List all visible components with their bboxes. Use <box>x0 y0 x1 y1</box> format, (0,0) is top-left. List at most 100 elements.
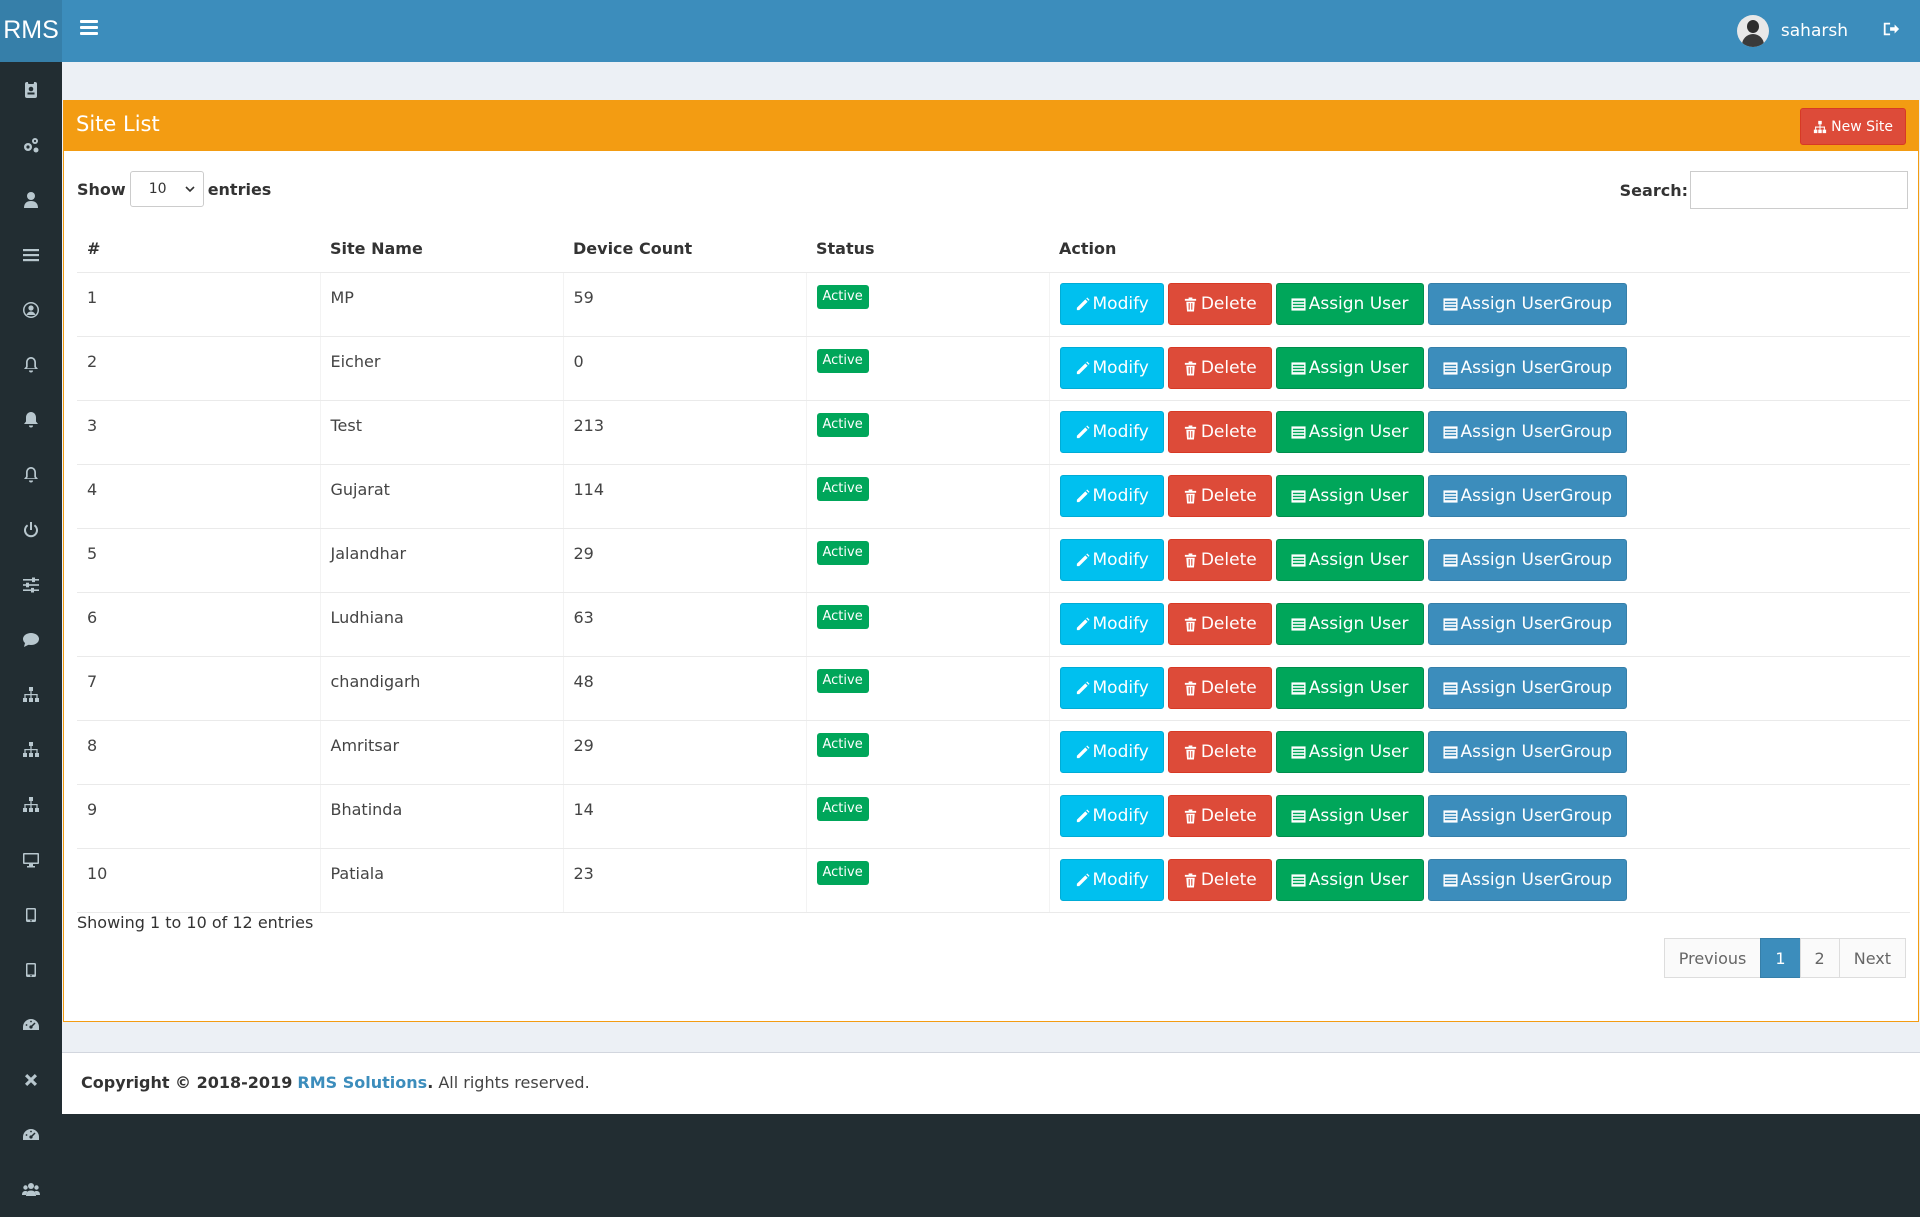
sidebar-item-10[interactable] <box>0 557 62 612</box>
col-header-status[interactable]: Status <box>806 225 1049 273</box>
modify-button[interactable]: Modify <box>1059 475 1164 517</box>
row-number: 9 <box>87 800 98 819</box>
col-header-num[interactable]: # <box>77 225 320 273</box>
assign-user-button[interactable]: Assign User <box>1275 347 1424 389</box>
bell-outline-icon <box>24 466 38 482</box>
sidebar-item-14[interactable] <box>0 777 62 832</box>
modify-button[interactable]: Modify <box>1059 283 1164 325</box>
new-site-button[interactable]: New Site <box>1800 108 1906 145</box>
sidebar-item-1[interactable] <box>0 62 62 117</box>
delete-button[interactable]: Delete <box>1167 411 1272 453</box>
assign-user-button[interactable]: Assign User <box>1275 859 1424 901</box>
assign-user-button[interactable]: Assign User <box>1275 539 1424 581</box>
modify-button[interactable]: Modify <box>1059 603 1164 645</box>
avatar <box>1736 15 1769 47</box>
page-2-button[interactable]: 2 <box>1799 938 1840 978</box>
assign-user-button[interactable]: Assign User <box>1275 731 1424 773</box>
assign-usergroup-button[interactable]: Assign UserGroup <box>1427 283 1628 325</box>
search-input[interactable] <box>1690 171 1908 209</box>
table-row: 7 chandigarh 48 Active Modify Delete Assign Us… <box>77 656 1910 721</box>
col-header-device-count[interactable]: Device Count <box>563 225 806 273</box>
cell-num: 5 <box>77 528 321 593</box>
assign-usergroup-button[interactable]: Assign UserGroup <box>1427 731 1628 773</box>
modify-button[interactable]: Modify <box>1059 731 1164 773</box>
assign-usergroup-button[interactable]: Assign UserGroup <box>1427 347 1628 389</box>
sidebar-item-20[interactable] <box>0 1107 62 1162</box>
status-badge: Active <box>816 733 869 757</box>
assign-usergroup-button[interactable]: Assign UserGroup <box>1427 411 1628 453</box>
copyright: Copyright © 2018-2019 RMS Solutions. All… <box>81 1073 590 1092</box>
delete-button[interactable]: Delete <box>1167 539 1272 581</box>
delete-button[interactable]: Delete <box>1167 475 1272 517</box>
show-label: Show <box>77 179 126 199</box>
sidebar-item-13[interactable] <box>0 722 62 777</box>
assign-user-button[interactable]: Assign User <box>1275 795 1424 837</box>
box-header: Site List New Site <box>64 100 1918 151</box>
delete-button[interactable]: Delete <box>1167 859 1272 901</box>
sidebar-item-11[interactable] <box>0 612 62 667</box>
assign-usergroup-button[interactable]: Assign UserGroup <box>1427 539 1628 581</box>
modify-button[interactable]: Modify <box>1059 667 1164 709</box>
modify-button[interactable]: Modify <box>1059 539 1164 581</box>
previous-page-button[interactable]: Previous <box>1663 938 1762 978</box>
sidebar-item-17[interactable] <box>0 942 62 997</box>
modify-button[interactable]: Modify <box>1059 859 1164 901</box>
brand-link[interactable]: RMS Solutions <box>297 1073 427 1092</box>
sidebar-item-19[interactable] <box>0 1052 62 1107</box>
page-1-button[interactable]: 1 <box>1760 938 1801 978</box>
sidebar-item-4[interactable] <box>0 227 62 282</box>
assign-user-button[interactable]: Assign User <box>1275 475 1424 517</box>
assign-user-button[interactable]: Assign User <box>1275 411 1424 453</box>
modify-label: Modify <box>1092 358 1149 378</box>
sidebar-item-15[interactable] <box>0 832 62 887</box>
status-badge: Active <box>816 349 869 373</box>
assign-user-button[interactable]: Assign User <box>1275 667 1424 709</box>
row-number: 8 <box>87 736 98 755</box>
delete-button[interactable]: Delete <box>1167 795 1272 837</box>
sidebar-item-5[interactable] <box>0 282 62 337</box>
cell-actions: Modify Delete Assign User Assign UserGroup <box>1049 336 1910 401</box>
user-menu[interactable]: saharsh <box>1736 14 1848 48</box>
sidebar-item-3[interactable] <box>0 172 62 227</box>
sign-out-icon[interactable] <box>1882 20 1902 40</box>
delete-button[interactable]: Delete <box>1167 347 1272 389</box>
assign-usergroup-button[interactable]: Assign UserGroup <box>1427 859 1628 901</box>
assign-usergroup-button[interactable]: Assign UserGroup <box>1427 667 1628 709</box>
sidebar-item-18[interactable] <box>0 997 62 1052</box>
col-header-site-name[interactable]: Site Name <box>320 225 563 273</box>
assign-user-button[interactable]: Assign User <box>1275 283 1424 325</box>
sidebar-toggle-icon[interactable] <box>80 20 98 38</box>
delete-label: Delete <box>1200 614 1257 634</box>
cell-site-name: Eicher <box>320 336 564 401</box>
modify-button[interactable]: Modify <box>1059 411 1164 453</box>
pencil-icon <box>1076 680 1090 694</box>
sidebar-item-12[interactable] <box>0 667 62 722</box>
sidebar-item-16[interactable] <box>0 887 62 942</box>
logo[interactable]: RMS <box>0 0 62 62</box>
sidebar-item-9[interactable] <box>0 502 62 557</box>
delete-button[interactable]: Delete <box>1167 603 1272 645</box>
modify-button[interactable]: Modify <box>1059 347 1164 389</box>
tasks-icon <box>1442 425 1458 439</box>
pencil-icon <box>1076 744 1090 758</box>
cell-num: 3 <box>77 400 321 465</box>
assign-user-button[interactable]: Assign User <box>1275 603 1424 645</box>
sidebar-item-7[interactable] <box>0 392 62 447</box>
cogs-icon <box>24 137 39 152</box>
row-number: 6 <box>87 608 98 627</box>
delete-button[interactable]: Delete <box>1167 731 1272 773</box>
assign-user-label: Assign User <box>1308 806 1409 826</box>
assign-usergroup-label: Assign UserGroup <box>1460 422 1613 442</box>
assign-usergroup-button[interactable]: Assign UserGroup <box>1427 475 1628 517</box>
delete-button[interactable]: Delete <box>1167 283 1272 325</box>
entries-select[interactable]: 10 <box>129 171 204 207</box>
assign-usergroup-button[interactable]: Assign UserGroup <box>1427 603 1628 645</box>
delete-button[interactable]: Delete <box>1167 667 1272 709</box>
sidebar-item-8[interactable] <box>0 447 62 502</box>
next-page-button[interactable]: Next <box>1838 938 1906 978</box>
assign-usergroup-button[interactable]: Assign UserGroup <box>1427 795 1628 837</box>
sidebar-item-6[interactable] <box>0 337 62 392</box>
modify-button[interactable]: Modify <box>1059 795 1164 837</box>
sidebar-item-2[interactable] <box>0 117 62 172</box>
site-name: Gujarat <box>330 480 390 499</box>
